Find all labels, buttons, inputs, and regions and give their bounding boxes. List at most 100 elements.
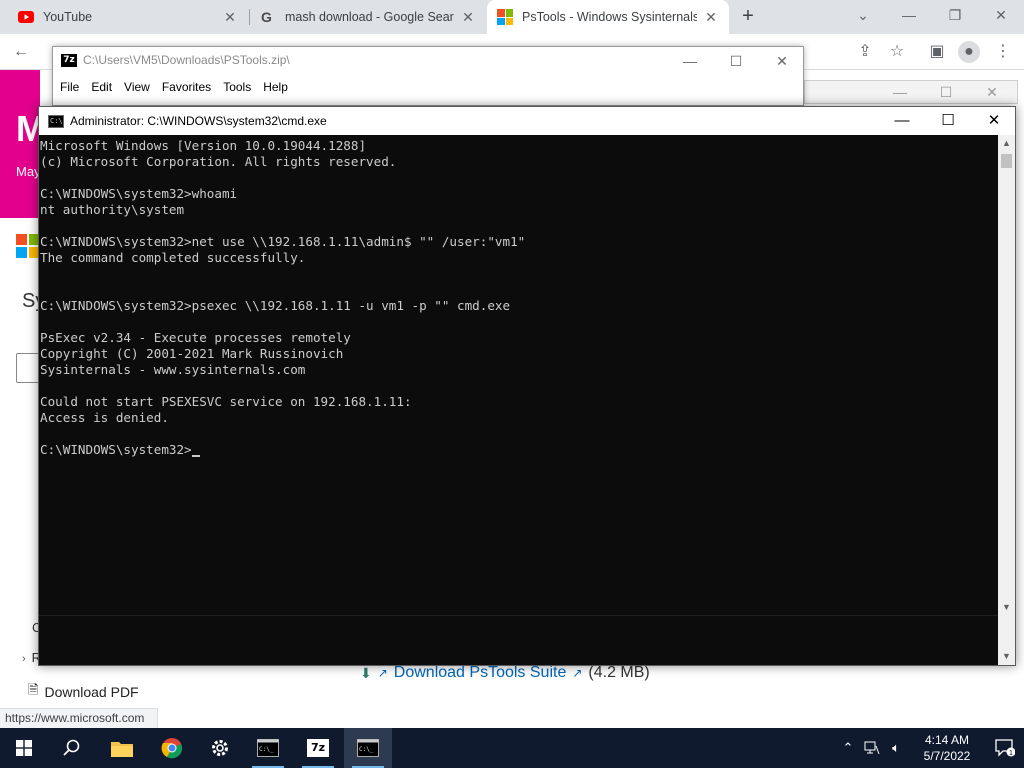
download-pdf-link[interactable]: 🗎 Download PDF [28, 681, 139, 703]
file-size: (4.2 MB) [588, 664, 650, 681]
google-icon: G [261, 9, 272, 25]
minimize-icon[interactable]: — [667, 47, 713, 75]
tab-title: YouTube [43, 10, 93, 24]
start-icon [16, 740, 32, 756]
console-line: C:\WINDOWS\system32>whoami [40, 186, 238, 201]
console-line: Could not start PSEXESVC service on 192.… [40, 394, 412, 409]
menu-kebab-icon[interactable]: ⋮ [992, 41, 1014, 63]
scroll-up-icon[interactable]: ▲ [998, 135, 1015, 152]
7zip-window-title: C:\Users\VM5\Downloads\PSTools.zip\ [83, 53, 290, 67]
clock[interactable]: 4:14 AM 5/7/2022 [908, 732, 986, 764]
side-panel-icon[interactable]: ▣ [926, 41, 948, 63]
tab-youtube[interactable]: YouTube ✕ [8, 0, 248, 34]
download-pdf-label: Download PDF [44, 684, 139, 700]
console-line: PsExec v2.34 - Execute processes remotel… [40, 330, 351, 345]
taskbar-7zip[interactable]: 7z [294, 728, 342, 768]
console-scrollbar[interactable]: ▲ ▼ [998, 135, 1015, 616]
browser-tabstrip: YouTube ✕ G mash download - Google Searc… [0, 0, 1024, 34]
cmd-window: C:\ Administrator: C:\WINDOWS\system32\c… [38, 106, 1016, 666]
tab-pstools[interactable]: PsTools - Windows Sysinternals | ✕ [487, 0, 729, 34]
svg-text:G: G [261, 9, 272, 25]
network-icon[interactable] [860, 728, 884, 768]
svg-text:C:\_: C:\_ [259, 746, 274, 753]
external-link-icon: ↗ [572, 666, 583, 680]
bookmark-star-icon[interactable]: ☆ [886, 41, 908, 63]
tab-search-icon[interactable]: ⌄ [840, 0, 886, 30]
pdf-icon: 🗎 [28, 682, 39, 697]
microsoft-icon [497, 9, 513, 25]
menu-favorites[interactable]: Favorites [162, 77, 218, 99]
console-output[interactable]: Microsoft Windows [Version 10.0.19044.12… [39, 135, 1000, 615]
profile-avatar-icon[interactable]: ● [958, 41, 980, 63]
scroll-down-icon[interactable]: ▼ [998, 648, 1015, 665]
notification-count: 1 [1009, 750, 1013, 757]
console-line: (c) Microsoft Corporation. All rights re… [40, 154, 397, 169]
taskbar-settings[interactable] [196, 728, 244, 768]
download-suite-link[interactable]: ⬇ ↗ Download PsTools Suite ↗ (4.2 MB) [360, 664, 650, 682]
console-lower-scrollbar[interactable]: ▼ [998, 615, 1015, 665]
menu-view[interactable]: View [124, 77, 157, 99]
console-line: The command completed successfully. [40, 250, 306, 265]
console-prompt-line[interactable]: C:\WINDOWS\system32> [40, 442, 1000, 458]
cmd-titlebar[interactable]: C:\ Administrator: C:\WINDOWS\system32\c… [39, 107, 1015, 135]
action-center-button[interactable]: 1 [986, 728, 1024, 768]
console-line: Microsoft Windows [Version 10.0.19044.12… [40, 138, 367, 153]
close-window-icon[interactable]: ✕ [759, 47, 805, 75]
maximize-icon[interactable]: ☐ [925, 107, 971, 135]
back-arrow-icon[interactable]: ← [10, 41, 32, 63]
taskbar-cmd[interactable]: C:\_ [244, 728, 292, 768]
console-line: Access is denied. [40, 410, 169, 425]
restore-icon[interactable]: ❐ [932, 0, 978, 30]
minimize-icon[interactable]: — [877, 77, 923, 107]
cmd-icon: C:\ [48, 114, 64, 128]
clock-date: 5/7/2022 [923, 749, 971, 763]
scrollbar-thumb[interactable] [1001, 154, 1012, 168]
minimize-icon[interactable]: — [886, 0, 932, 30]
7zip-icon: 7z [307, 739, 329, 757]
console-lower-area [39, 615, 1015, 665]
menu-tools[interactable]: Tools [223, 77, 258, 99]
cmd-icon: C:\_ [257, 739, 279, 757]
console-line: Copyright (C) 2001-2021 Mark Russinovich [40, 346, 344, 361]
maximize-icon[interactable]: ☐ [713, 47, 759, 75]
maximize-icon[interactable]: ☐ [923, 77, 969, 107]
console-line: C:\WINDOWS\system32>net use \\192.168.1.… [40, 234, 526, 249]
filter-button[interactable] [16, 353, 40, 383]
share-icon[interactable]: ⇪ [854, 41, 876, 63]
new-tab-button[interactable]: + [736, 6, 760, 28]
banner-subtitle: May [16, 164, 41, 179]
download-suite-label: Download PsTools Suite [393, 664, 567, 681]
cmd-icon: C:\_ [357, 739, 379, 757]
minimize-icon[interactable]: — [879, 107, 925, 135]
close-tab-icon[interactable]: ✕ [460, 9, 476, 26]
close-tab-icon[interactable]: ✕ [222, 9, 238, 26]
7zip-icon: 7z [61, 53, 77, 67]
taskbar-cmd-active[interactable]: C:\_ [344, 728, 392, 768]
start-button[interactable] [0, 728, 48, 768]
tab-title: mash download - Google Search [285, 10, 454, 24]
close-window-icon[interactable]: ✕ [978, 0, 1024, 30]
close-window-icon[interactable]: ✕ [969, 77, 1015, 107]
search-button[interactable] [48, 728, 96, 768]
close-window-icon[interactable]: ✕ [971, 107, 1017, 135]
taskbar: C:\_ 7z C:\_ ⌃ 🔈︎ 4:14 AM 5/7/2022 1 [0, 728, 1024, 768]
external-link-icon: ↗ [377, 666, 388, 680]
taskbar-file-explorer[interactable] [98, 728, 146, 768]
scroll-down-icon[interactable]: ▼ [998, 599, 1015, 616]
file-explorer-icon [111, 742, 133, 757]
menu-help[interactable]: Help [263, 77, 295, 99]
show-hidden-icons-chevron-up-icon[interactable]: ⌃ [836, 728, 860, 768]
taskbar-chrome[interactable] [148, 728, 196, 768]
close-tab-icon[interactable]: ✕ [703, 9, 719, 26]
menu-file[interactable]: File [60, 77, 86, 99]
tab-google-search[interactable]: G mash download - Google Search ✕ [250, 0, 486, 34]
chevron-right-icon: › [22, 653, 26, 665]
console-line: nt authority\system [40, 202, 185, 217]
text-cursor [191, 455, 200, 457]
svg-text:C:\_: C:\_ [359, 746, 374, 753]
menu-edit[interactable]: Edit [91, 77, 119, 99]
volume-icon[interactable]: 🔈︎ [884, 728, 908, 768]
